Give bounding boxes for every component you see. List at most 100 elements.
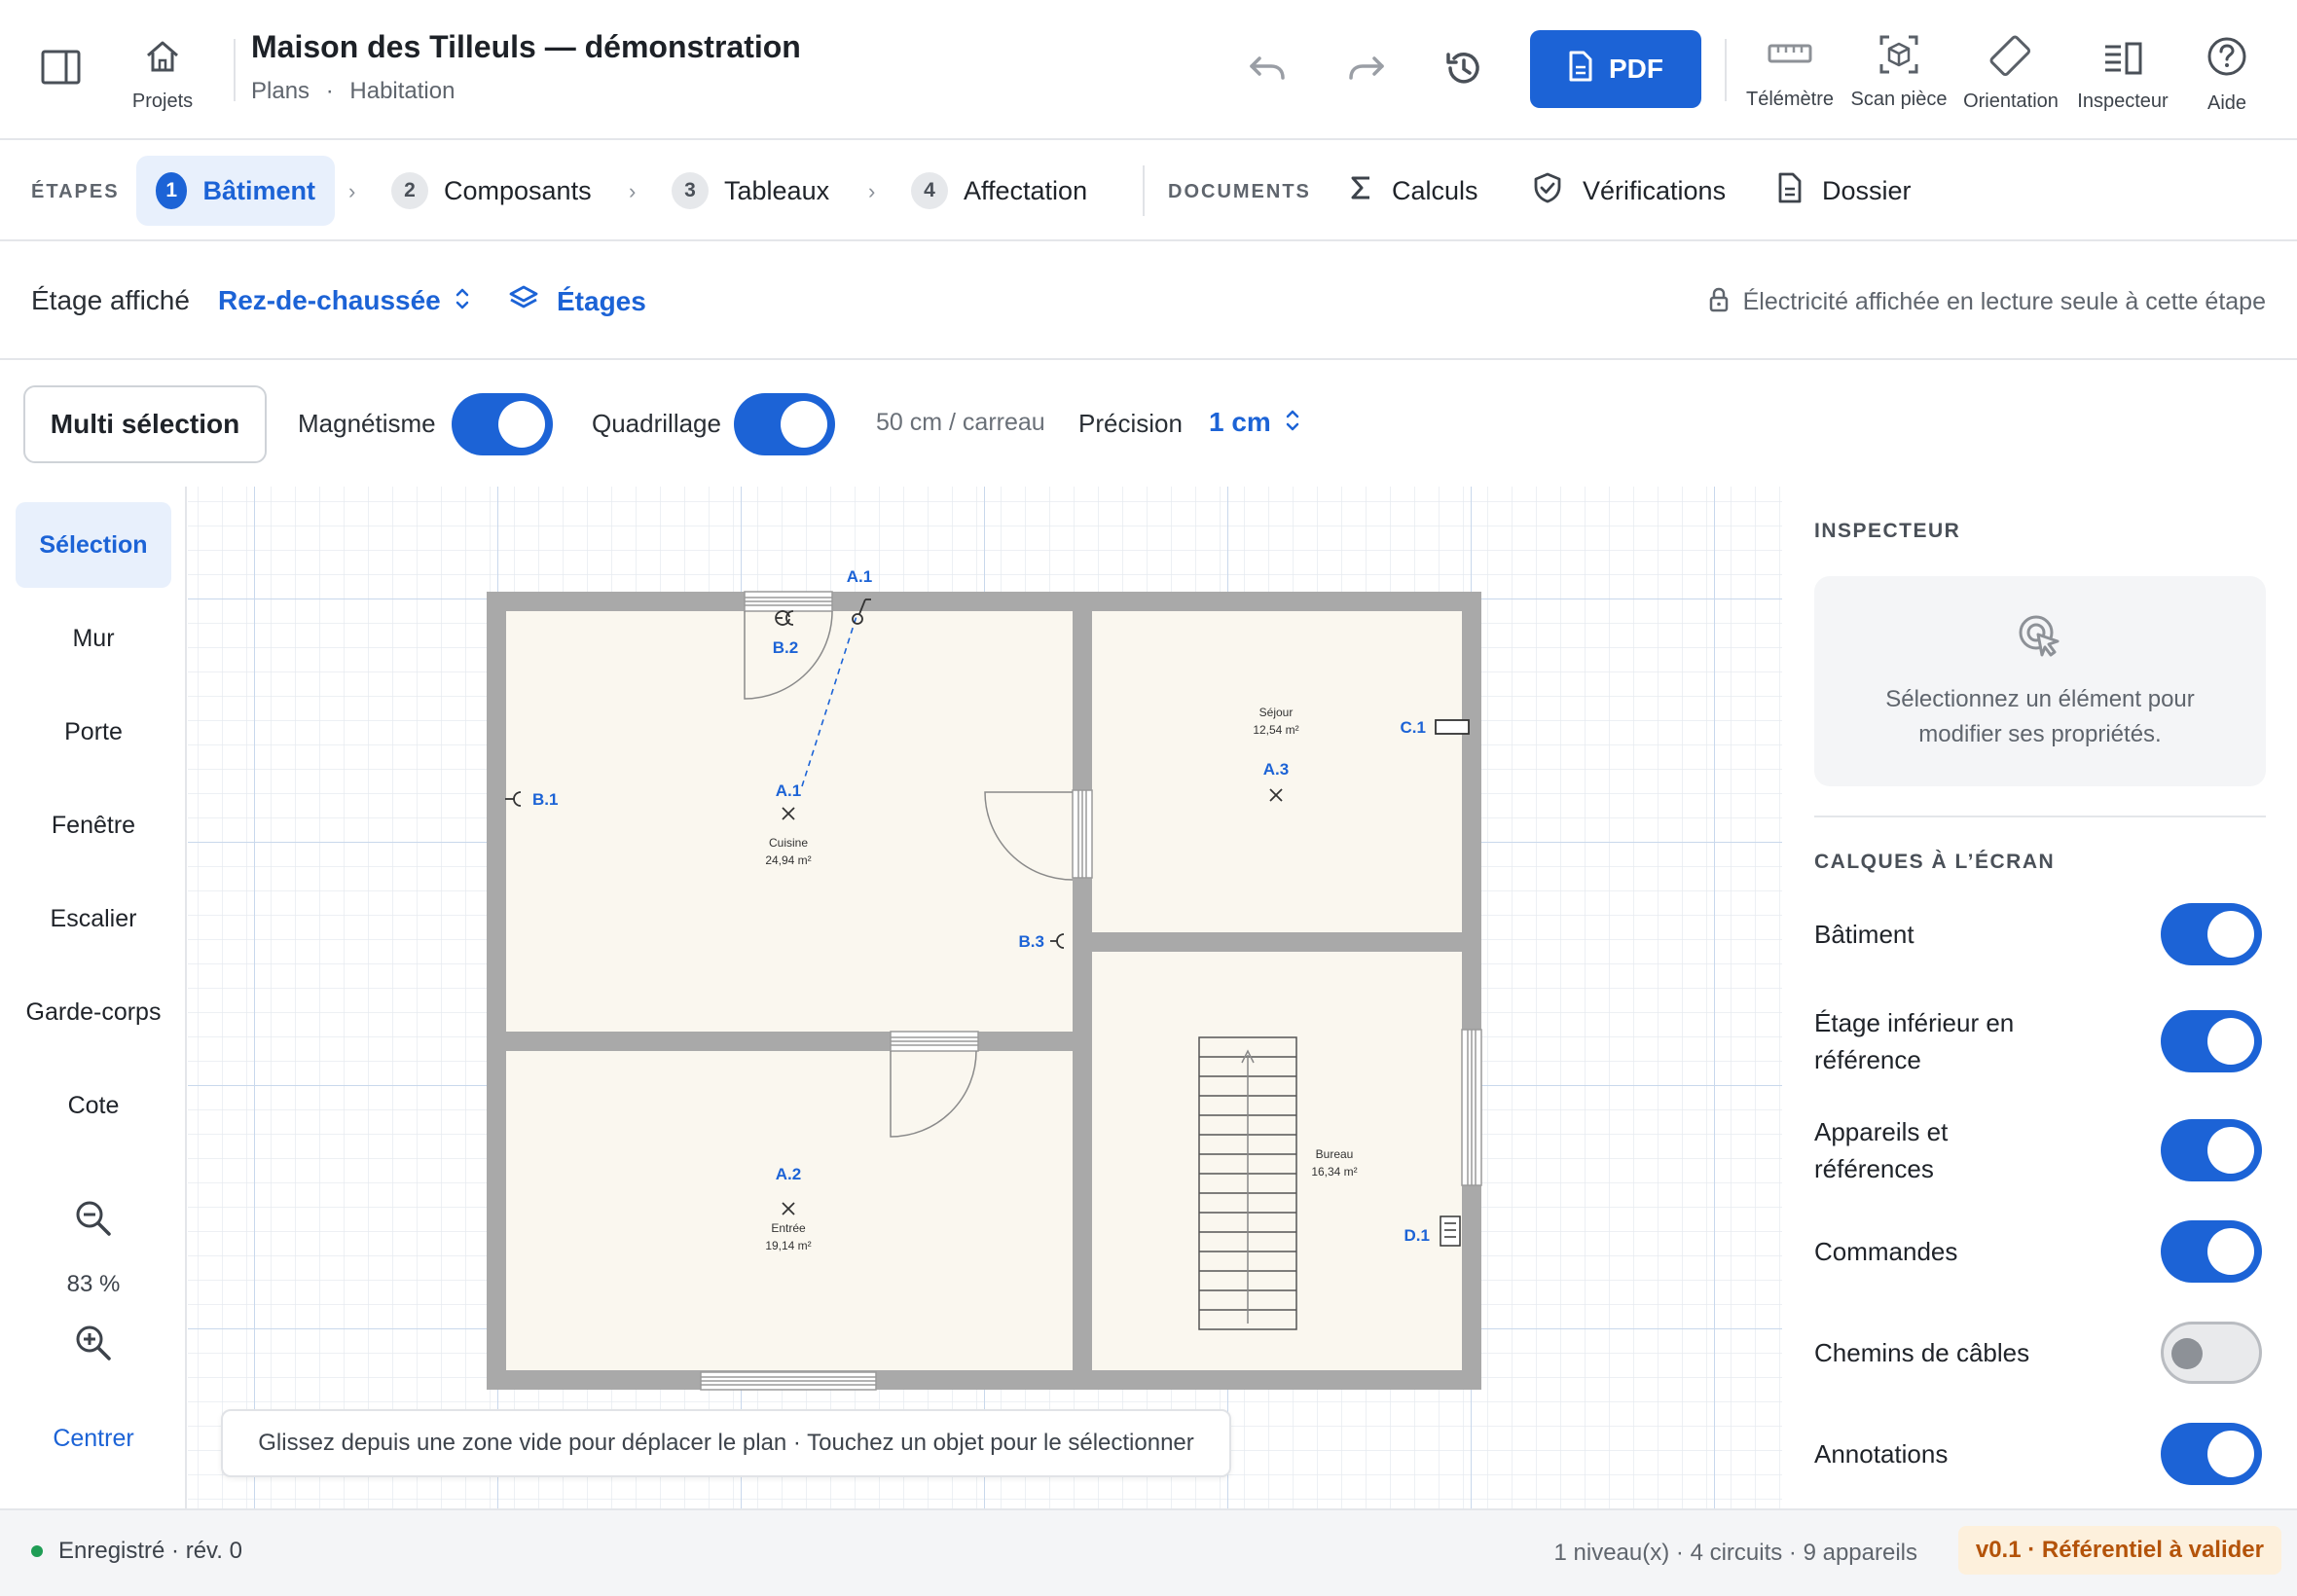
version-badge-text: v0.1 · Référentiel à valider — [1975, 1537, 2264, 1563]
calculations-link[interactable]: Calculs — [1349, 156, 1478, 226]
grid-toggle[interactable] — [734, 393, 835, 455]
step-components[interactable]: 2 Composants — [372, 156, 611, 226]
layer-toggle[interactable] — [2161, 903, 2262, 965]
chevron-right-icon: › — [629, 179, 637, 203]
layer-row-cable-paths: Chemins de câbles — [1814, 1322, 2262, 1384]
dossier-link[interactable]: Dossier — [1777, 156, 1912, 226]
device-label[interactable]: A.1 — [847, 567, 872, 586]
floor-label: Étage affiché — [31, 285, 190, 315]
save-status: Enregistré · rév. 0 — [31, 1538, 242, 1565]
tool-wall[interactable]: Mur — [16, 596, 171, 681]
project-summary: 1 niveau(x) · 4 circuits · 9 appareils — [1553, 1540, 1917, 1566]
layer-toggle[interactable] — [2161, 1220, 2262, 1283]
step-assignment[interactable]: 4 Affectation — [892, 156, 1107, 226]
orientation-button[interactable]: Orientation — [1954, 33, 2067, 113]
step-number: 1 — [156, 172, 188, 209]
layer-toggle[interactable] — [2161, 1423, 2262, 1485]
precision-select[interactable]: 1 cm — [1209, 407, 1300, 438]
device-label[interactable]: B.1 — [532, 790, 558, 809]
projects-button[interactable]: Projets — [119, 37, 206, 113]
step-label: Composants — [444, 175, 592, 205]
room-name[interactable]: Entrée — [771, 1221, 806, 1235]
step-number: 2 — [391, 172, 428, 209]
rangefinder-button[interactable]: Télémètre — [1734, 35, 1845, 111]
layer-name: Bâtiment — [1814, 920, 1914, 949]
tool-door[interactable]: Porte — [16, 689, 171, 775]
zoom-level: 83 % — [66, 1271, 121, 1297]
device-label[interactable]: B.2 — [773, 638, 798, 657]
device-label[interactable]: C.1 — [1401, 718, 1426, 737]
room-area: 12,54 m² — [1253, 723, 1298, 737]
plan-toolbar: Multi sélection Magnétisme Quadrillage 5… — [0, 360, 2297, 487]
home-icon — [143, 37, 182, 81]
room-name[interactable]: Bureau — [1316, 1147, 1354, 1161]
tool-window[interactable]: Fenêtre — [16, 782, 171, 868]
step-boards[interactable]: 3 Tableaux — [652, 156, 849, 226]
walls[interactable] — [487, 592, 1481, 1390]
floors-button[interactable]: Étages — [508, 283, 646, 319]
room-name[interactable]: Séjour — [1259, 706, 1294, 719]
zoom-in-icon[interactable] — [74, 1324, 113, 1367]
lock-icon — [1708, 286, 1730, 318]
device-label[interactable]: D.1 — [1404, 1226, 1430, 1245]
window[interactable] — [700, 1371, 877, 1391]
appliance-icon[interactable] — [1435, 719, 1470, 735]
scan-room-button[interactable]: Scan pièce — [1843, 33, 1954, 111]
step-label: Affectation — [964, 175, 1088, 205]
tool-railing[interactable]: Garde-corps — [16, 969, 171, 1055]
save-status-text: Enregistré · rév. 0 — [58, 1538, 242, 1564]
layer-toggle[interactable] — [2161, 1322, 2262, 1384]
undo-icon[interactable] — [1246, 49, 1289, 92]
rotate-device-icon — [1987, 33, 2034, 85]
sidebar-toggle-icon[interactable] — [41, 49, 82, 91]
grid-scale: 50 cm / carreau — [876, 409, 1045, 436]
help-label: Aide — [2206, 92, 2247, 114]
device-label[interactable]: A.1 — [776, 781, 801, 800]
zoom-out-icon[interactable] — [74, 1199, 113, 1243]
step-building[interactable]: 1 Bâtiment — [136, 156, 335, 226]
plan-canvas[interactable]: A.1 B.2 B.1 B.3 C.1 D.1 A.1 A.2 A.3 Cuis… — [188, 487, 1782, 1508]
projects-label: Projets — [131, 91, 194, 112]
layer-toggle[interactable] — [2161, 1119, 2262, 1181]
top-bar: Projets Maison des Tilleuls — démonstrat… — [0, 0, 2297, 140]
tool-selection[interactable]: Sélection — [16, 502, 171, 588]
layer-toggle[interactable] — [2161, 1010, 2262, 1072]
step-label: Bâtiment — [202, 175, 315, 205]
calculations-label: Calculs — [1392, 175, 1478, 205]
breadcrumb-item[interactable]: Habitation — [349, 78, 455, 104]
floor-plan[interactable]: A.1 B.2 B.1 B.3 C.1 D.1 A.1 A.2 A.3 Cuis… — [188, 487, 1782, 1508]
floors-button-label: Étages — [557, 285, 646, 316]
redo-icon[interactable] — [1345, 49, 1388, 92]
magnetism-toggle[interactable] — [452, 393, 553, 455]
breadcrumb-item[interactable]: Plans — [251, 78, 310, 104]
step-number: 4 — [911, 172, 948, 209]
inspector-empty-card: Sélectionnez un élément pour modifier se… — [1814, 576, 2266, 786]
pdf-export-button[interactable]: PDF — [1530, 30, 1701, 108]
window[interactable] — [890, 1031, 979, 1052]
device-label[interactable]: A.2 — [776, 1165, 801, 1183]
layer-row-annotations: Annotations — [1814, 1423, 2262, 1485]
multi-select-button[interactable]: Multi sélection — [23, 385, 267, 463]
tool-stairs[interactable]: Escalier — [16, 876, 171, 961]
inspector-title: INSPECTEUR — [1814, 520, 1961, 542]
window[interactable] — [744, 591, 833, 612]
tool-dimension[interactable]: Cote — [16, 1063, 171, 1148]
device-label[interactable]: A.3 — [1263, 760, 1289, 779]
toggle-knob — [2207, 1127, 2254, 1174]
device-label[interactable]: B.3 — [1019, 932, 1044, 951]
center-button[interactable]: Centrer — [0, 1425, 187, 1453]
chevron-right-icon: › — [348, 179, 356, 203]
layer-name: Annotations — [1814, 1439, 1949, 1469]
breadcrumb: Plans · Habitation — [251, 78, 455, 105]
panel-icon[interactable] — [1440, 1215, 1461, 1247]
documents-section-label: DOCUMENTS — [1168, 181, 1311, 202]
history-icon[interactable] — [1442, 47, 1485, 94]
help-button[interactable]: Aide — [2184, 35, 2270, 115]
inspector-button[interactable]: Inspecteur — [2067, 39, 2178, 113]
room-area: 16,34 m² — [1311, 1165, 1357, 1179]
room-name[interactable]: Cuisine — [769, 836, 808, 850]
window[interactable] — [1072, 789, 1093, 879]
floor-select[interactable]: Rez-de-chaussée — [218, 285, 470, 316]
window[interactable] — [1461, 1029, 1482, 1186]
verifications-link[interactable]: Vérifications — [1532, 156, 1726, 226]
